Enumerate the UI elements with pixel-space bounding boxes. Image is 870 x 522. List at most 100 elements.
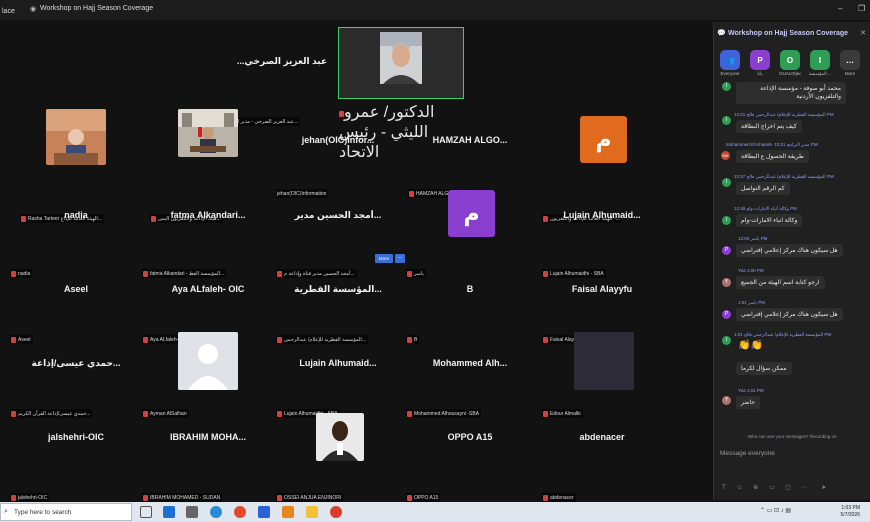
tab-label: المؤسسة ... [809, 71, 831, 76]
participant-tile-mohammed[interactable]: Mohammed Alh... Mohammed Alhousayni -SBA [404, 336, 536, 418]
app-icon[interactable] [282, 506, 294, 518]
muted-mic-icon [11, 495, 16, 501]
title-bar: lace ◉ Workshop on Hajj Season Coverage … [0, 0, 870, 20]
participant-name: أمجد الحسين مدير... [294, 210, 382, 220]
participant-tile-hamdi[interactable]: حمدي عيسى/إذاعة... حمدي عيسى/إذاعة القرآ… [10, 336, 142, 418]
sender-avatar: I [722, 82, 731, 91]
gif-icon[interactable]: ⊕ [753, 485, 758, 491]
tab-label: Everyone [720, 71, 740, 76]
muted-mic-icon [277, 495, 282, 501]
tab-recipient[interactable]: O OUALIDjed... [779, 50, 801, 76]
file-icon[interactable]: ▢ [785, 485, 791, 491]
chrome-icon[interactable] [234, 506, 246, 518]
participant-tile-oppo[interactable]: OPPO A15 OPPO A15 [404, 408, 536, 502]
message-text: هل سيكون هناك مركز إعلامي إفتراضي [736, 308, 843, 321]
participant-name: HAMZAH ALGO... [432, 135, 508, 145]
format-icon[interactable]: T [722, 485, 726, 491]
tab-recipient[interactable]: P يانا [749, 50, 771, 77]
maximize-button[interactable]: ❐ [858, 4, 865, 13]
window-title: Workshop on Hajj Season Coverage [40, 5, 154, 12]
message-meta: ياسر 1:01 PM [738, 300, 765, 305]
participant-name: abdenacer [579, 432, 625, 442]
participant-footer: OSSEI ANJUA ENJINORI [276, 493, 344, 502]
tab-label: يانا [757, 71, 763, 76]
sender-avatar: MK [721, 151, 730, 160]
participant-name: IBRAHIM MOHA... [170, 432, 246, 442]
participant-tile-hamzah[interactable]: HAMZAH ALGO... HAMZAH ALGOBAISHI [404, 109, 536, 198]
participant-tile-fatma[interactable]: fatma Alkandari... fatma Alkandari - الم… [142, 186, 274, 278]
search-icon: ⌕ [4, 508, 8, 515]
taskbar-search[interactable]: ⌕ Type here to search [0, 503, 132, 521]
taskbar: ⌕ Type here to search ⌃ ▭ ⊡ ♪ ▤ 1:03 PM … [0, 502, 870, 522]
message-text: محمد أبو صوفة - مؤسسة الإذاعة والتلفزيون… [736, 82, 846, 104]
screenshot-icon[interactable]: ▭ [769, 485, 775, 491]
chat-title: Workshop on Hajj Season Coverage [728, 30, 849, 37]
close-icon[interactable]: ✕ [860, 29, 866, 37]
participant-tile[interactable]: ...عبد العزيز الصرخي عبد العزيز الصرخي -… [212, 40, 352, 126]
message-text: ممكن سؤال لكرما [736, 362, 792, 375]
sender-avatar: P [722, 310, 731, 319]
clock[interactable]: 1:03 PM 5/7/2026 [841, 505, 860, 519]
participant-tile-aseel[interactable]: Aseel Aseel [10, 262, 142, 344]
participant-tile-nadia[interactable]: nadia nadia [10, 186, 142, 278]
participant-tile-amjad[interactable]: أمجد الحسين مدير... أمجد الحسين مدير قنا… [272, 186, 404, 278]
speaker-video [339, 28, 462, 97]
task-view-icon[interactable] [140, 506, 152, 518]
more-icon[interactable]: ⋯ [802, 485, 808, 491]
message-meta: المؤسسة القطرية للإعلام/ عبدالرحمن فالح … [734, 112, 834, 117]
participant-tile-b[interactable]: B B [404, 262, 536, 344]
tab-label: OUALIDjed... [779, 71, 801, 76]
clock-time: 1:03 PM [841, 505, 860, 511]
zoom-icon[interactable] [258, 506, 270, 518]
sender-avatar: I [722, 178, 731, 187]
minimize-button[interactable]: – [838, 4, 842, 13]
message-composer[interactable]: Who can see your messages? Recording on … [718, 434, 868, 486]
active-speaker-tile[interactable]: الدكتور/ عمرو الليثي - رئيس الاتحاد [338, 27, 464, 161]
edge-icon[interactable] [163, 506, 175, 518]
message-meta: المؤسسة القطرية للإعلام/ عبدالرحمن فالح … [734, 174, 834, 179]
message-text: كيف يتم اخراج البطاقة [736, 120, 802, 133]
participant-name: Lujain Alhumaid... [563, 210, 641, 220]
search-input[interactable]: Type here to search [14, 509, 71, 516]
message-meta: Yoa 1:00 PM [738, 268, 764, 273]
chat-visibility-hint[interactable]: Who can see your messages? Recording on [748, 434, 837, 439]
participant-tile-jehan[interactable]: jehan(OIC)Infor... jehan(OIC)Information [272, 109, 404, 198]
participant-name: Faisal Alayyfu [571, 284, 633, 294]
chat-messages: I محمد أبو صوفة - مؤسسة الإذاعة والتلفزي… [714, 82, 870, 442]
message-meta: المؤسسة القطرية للإعلام/ عبدالرحمن فالح … [734, 332, 832, 337]
chrome-icon[interactable] [330, 506, 342, 518]
folder-icon[interactable] [306, 506, 318, 518]
participant-tile-ayman: Ayman AlSalhan [142, 336, 274, 418]
browser-icon[interactable] [210, 506, 222, 518]
send-icon[interactable]: ➤ [821, 485, 826, 491]
participant-name: المؤسسة القطرية... [294, 284, 382, 294]
muted-mic-icon [407, 495, 412, 501]
participant-tile-abdenacer[interactable]: abdenacer abdenacer [536, 408, 668, 502]
tab-recipient[interactable]: I المؤسسة ... [809, 50, 831, 77]
participant-name: nadia [64, 210, 88, 220]
participant-tile-lujain2[interactable]: Lujain Alhumaid... Lujain Alhumaidhi - S… [272, 336, 404, 418]
participant-name: OPPO A15 [447, 432, 493, 442]
participant-tile-ibrahim[interactable]: IBRAHIM MOHA... IBRAHIM MOHAMED - SUDAN [142, 408, 274, 502]
app-name: lace [2, 8, 15, 15]
chat-panel: 💬 Workshop on Hajj Season Coverage ✕ 👥 E… [713, 22, 870, 500]
emoji-icon[interactable]: ☺ [736, 485, 742, 491]
participant-tile-qatar[interactable]: المؤسسة القطرية... المؤسسة القطرية للإعل… [272, 262, 404, 344]
store-icon[interactable] [186, 506, 198, 518]
participant-tile-aya[interactable]: Aya ALfaleh- OIC Aya ALfaleh- OIC [142, 262, 274, 344]
sender-avatar: Y [722, 278, 731, 287]
participant-tile-lujain1[interactable]: Lujain Alhumaid... Lujain Alhumaidhi - S… [536, 186, 668, 278]
message-input[interactable]: Message everyone [720, 450, 775, 457]
participant-tile-faisal[interactable]: Faisal Alayyfu Faisal Alayyfu [536, 262, 668, 344]
sender-avatar: I [722, 216, 731, 225]
participant-tile-jalshehri[interactable]: jalshehri-OIC jalshehri-OIC [10, 408, 142, 502]
sender-avatar: I [722, 116, 731, 125]
tab-more[interactable]: … More [839, 50, 861, 76]
participant-name: jehan(OIC)Infor... [301, 135, 375, 145]
participant-name: Aya ALfaleh- OIC [171, 284, 245, 294]
tray-icons[interactable]: ⌃ ▭ ⊡ ♪ ▤ [760, 507, 791, 514]
sender-avatar: I [722, 336, 731, 345]
window-icon: ◉ [30, 6, 37, 13]
clock-date: 5/7/2026 [840, 512, 860, 518]
tab-everyone[interactable]: 👥 Everyone [719, 50, 741, 76]
